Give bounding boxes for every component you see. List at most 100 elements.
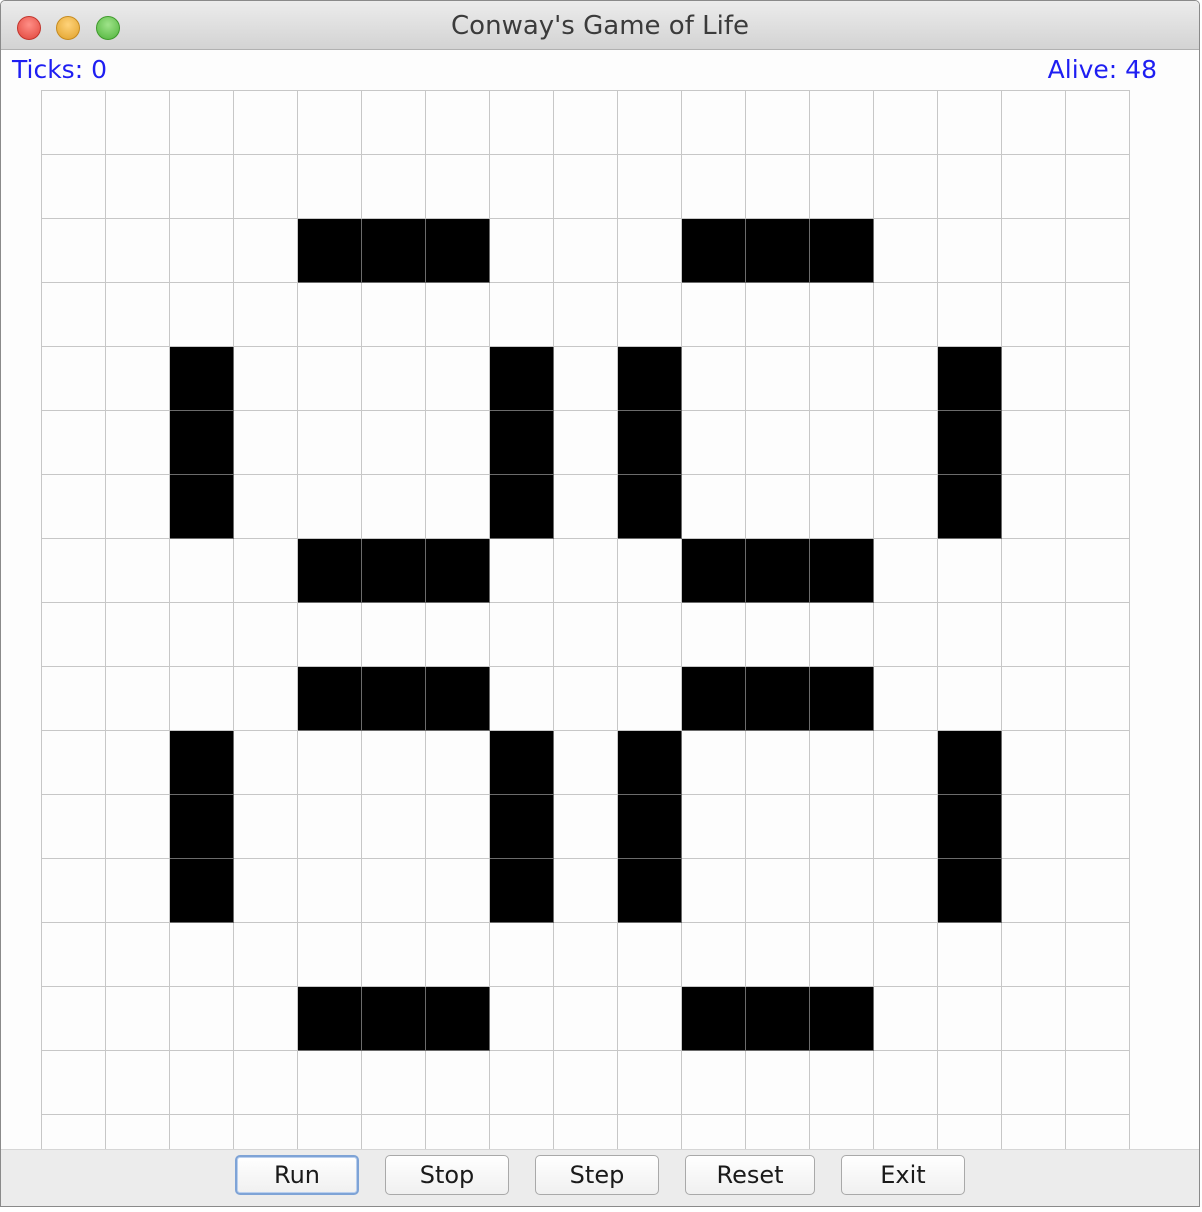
- dead-cell[interactable]: [874, 1115, 938, 1150]
- dead-cell[interactable]: [234, 795, 298, 859]
- dead-cell[interactable]: [682, 155, 746, 219]
- dead-cell[interactable]: [362, 411, 426, 475]
- dead-cell[interactable]: [938, 1051, 1002, 1115]
- dead-cell[interactable]: [874, 219, 938, 283]
- dead-cell[interactable]: [106, 731, 170, 795]
- alive-cell[interactable]: [618, 347, 682, 411]
- alive-cell[interactable]: [362, 987, 426, 1051]
- dead-cell[interactable]: [746, 859, 810, 923]
- dead-cell[interactable]: [874, 475, 938, 539]
- dead-cell[interactable]: [234, 987, 298, 1051]
- dead-cell[interactable]: [106, 1051, 170, 1115]
- dead-cell[interactable]: [234, 283, 298, 347]
- dead-cell[interactable]: [746, 283, 810, 347]
- dead-cell[interactable]: [298, 603, 362, 667]
- dead-cell[interactable]: [938, 987, 1002, 1051]
- dead-cell[interactable]: [42, 987, 106, 1051]
- alive-cell[interactable]: [170, 731, 234, 795]
- life-board[interactable]: [41, 90, 1130, 1150]
- dead-cell[interactable]: [1066, 539, 1130, 603]
- reset-button[interactable]: Reset: [685, 1155, 815, 1195]
- alive-cell[interactable]: [426, 987, 490, 1051]
- dead-cell[interactable]: [362, 795, 426, 859]
- alive-cell[interactable]: [490, 795, 554, 859]
- dead-cell[interactable]: [874, 91, 938, 155]
- dead-cell[interactable]: [106, 155, 170, 219]
- dead-cell[interactable]: [234, 539, 298, 603]
- dead-cell[interactable]: [298, 859, 362, 923]
- run-button[interactable]: Run: [235, 1155, 359, 1195]
- dead-cell[interactable]: [362, 603, 426, 667]
- dead-cell[interactable]: [1002, 795, 1066, 859]
- dead-cell[interactable]: [106, 923, 170, 987]
- dead-cell[interactable]: [1066, 987, 1130, 1051]
- dead-cell[interactable]: [1066, 731, 1130, 795]
- dead-cell[interactable]: [1002, 475, 1066, 539]
- dead-cell[interactable]: [42, 667, 106, 731]
- dead-cell[interactable]: [42, 91, 106, 155]
- dead-cell[interactable]: [682, 731, 746, 795]
- dead-cell[interactable]: [362, 475, 426, 539]
- dead-cell[interactable]: [1066, 859, 1130, 923]
- dead-cell[interactable]: [618, 283, 682, 347]
- dead-cell[interactable]: [106, 795, 170, 859]
- dead-cell[interactable]: [746, 731, 810, 795]
- dead-cell[interactable]: [362, 347, 426, 411]
- dead-cell[interactable]: [810, 731, 874, 795]
- dead-cell[interactable]: [554, 603, 618, 667]
- dead-cell[interactable]: [618, 987, 682, 1051]
- dead-cell[interactable]: [42, 795, 106, 859]
- dead-cell[interactable]: [106, 667, 170, 731]
- dead-cell[interactable]: [234, 859, 298, 923]
- dead-cell[interactable]: [234, 219, 298, 283]
- dead-cell[interactable]: [1002, 539, 1066, 603]
- dead-cell[interactable]: [1002, 283, 1066, 347]
- dead-cell[interactable]: [234, 603, 298, 667]
- dead-cell[interactable]: [746, 923, 810, 987]
- alive-cell[interactable]: [170, 795, 234, 859]
- dead-cell[interactable]: [746, 1115, 810, 1150]
- dead-cell[interactable]: [298, 731, 362, 795]
- dead-cell[interactable]: [170, 283, 234, 347]
- dead-cell[interactable]: [554, 987, 618, 1051]
- dead-cell[interactable]: [1002, 91, 1066, 155]
- dead-cell[interactable]: [810, 1115, 874, 1150]
- alive-cell[interactable]: [810, 987, 874, 1051]
- dead-cell[interactable]: [618, 155, 682, 219]
- dead-cell[interactable]: [106, 603, 170, 667]
- dead-cell[interactable]: [170, 539, 234, 603]
- dead-cell[interactable]: [170, 923, 234, 987]
- dead-cell[interactable]: [234, 667, 298, 731]
- dead-cell[interactable]: [1066, 923, 1130, 987]
- dead-cell[interactable]: [1066, 155, 1130, 219]
- dead-cell[interactable]: [1002, 859, 1066, 923]
- dead-cell[interactable]: [362, 1051, 426, 1115]
- alive-cell[interactable]: [810, 219, 874, 283]
- dead-cell[interactable]: [426, 1051, 490, 1115]
- dead-cell[interactable]: [426, 603, 490, 667]
- dead-cell[interactable]: [490, 1115, 554, 1150]
- dead-cell[interactable]: [554, 1051, 618, 1115]
- dead-cell[interactable]: [1066, 603, 1130, 667]
- dead-cell[interactable]: [810, 1051, 874, 1115]
- dead-cell[interactable]: [362, 283, 426, 347]
- dead-cell[interactable]: [554, 155, 618, 219]
- dead-cell[interactable]: [810, 283, 874, 347]
- dead-cell[interactable]: [554, 283, 618, 347]
- alive-cell[interactable]: [426, 219, 490, 283]
- dead-cell[interactable]: [618, 1051, 682, 1115]
- dead-cell[interactable]: [298, 411, 362, 475]
- alive-cell[interactable]: [298, 539, 362, 603]
- dead-cell[interactable]: [1002, 667, 1066, 731]
- dead-cell[interactable]: [874, 1051, 938, 1115]
- dead-cell[interactable]: [362, 923, 426, 987]
- dead-cell[interactable]: [234, 1115, 298, 1150]
- dead-cell[interactable]: [42, 859, 106, 923]
- dead-cell[interactable]: [1066, 91, 1130, 155]
- dead-cell[interactable]: [1002, 1115, 1066, 1150]
- alive-cell[interactable]: [618, 859, 682, 923]
- dead-cell[interactable]: [938, 1115, 1002, 1150]
- dead-cell[interactable]: [618, 91, 682, 155]
- alive-cell[interactable]: [682, 219, 746, 283]
- dead-cell[interactable]: [170, 155, 234, 219]
